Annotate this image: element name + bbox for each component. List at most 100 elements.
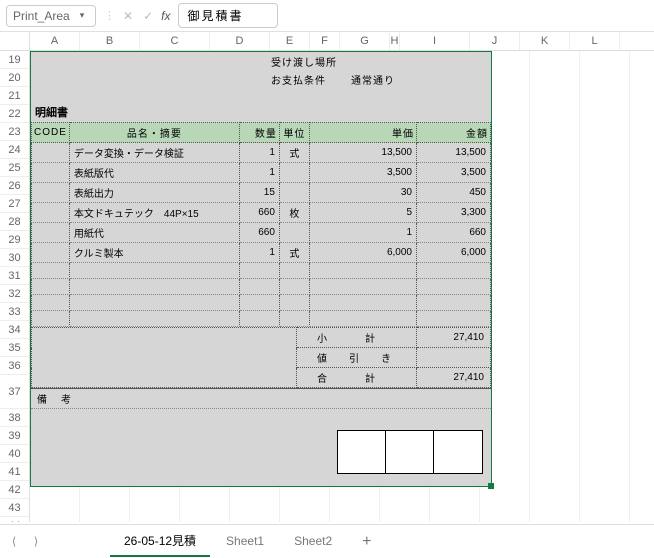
cell-unit[interactable]: [279, 183, 309, 203]
row-header[interactable]: 39: [0, 427, 29, 445]
table-row[interactable]: [32, 263, 491, 279]
cell-qty[interactable]: 1: [239, 163, 279, 183]
tab-nav-next[interactable]: ⟩: [26, 532, 46, 552]
table-row[interactable]: [32, 295, 491, 311]
column-header[interactable]: C: [140, 32, 210, 50]
column-header[interactable]: F: [310, 32, 340, 50]
table-row[interactable]: 表紙出力15 30450: [32, 183, 491, 203]
row-header[interactable]: 21: [0, 87, 29, 105]
formula-input[interactable]: 御見積書: [178, 3, 278, 28]
chevron-down-icon[interactable]: ▾: [80, 10, 85, 21]
cell-desc[interactable]: クルミ製本: [69, 243, 239, 263]
column-header[interactable]: A: [30, 32, 80, 50]
sheet-tab-active[interactable]: 26-05-12見積: [110, 526, 210, 557]
row-header[interactable]: 29: [0, 231, 29, 249]
row-header[interactable]: 44: [0, 517, 29, 522]
table-row[interactable]: 表紙版代13,5003,500: [32, 163, 491, 183]
column-header[interactable]: J: [470, 32, 520, 50]
cell-qty[interactable]: [239, 279, 279, 295]
sheet-tab[interactable]: Sheet1: [212, 528, 278, 556]
cell-code[interactable]: [32, 223, 70, 243]
row-header[interactable]: 32: [0, 285, 29, 303]
name-box[interactable]: Print_Area ▾: [6, 5, 96, 27]
cell-unit[interactable]: [279, 163, 309, 183]
cell-unit[interactable]: [279, 295, 309, 311]
cell-code[interactable]: [32, 279, 70, 295]
cell-code[interactable]: [32, 243, 70, 263]
cell-unit[interactable]: 枚: [279, 203, 309, 223]
column-header[interactable]: B: [80, 32, 140, 50]
cell-amt[interactable]: [417, 263, 491, 279]
cell-code[interactable]: [32, 183, 70, 203]
row-header[interactable]: 25: [0, 159, 29, 177]
row-header[interactable]: 34: [0, 321, 29, 339]
cell-desc[interactable]: 表紙版代: [69, 163, 239, 183]
row-header[interactable]: 24: [0, 141, 29, 159]
cell-unit[interactable]: [279, 279, 309, 295]
cell-desc[interactable]: 本文ドキュテック 44P×15: [69, 203, 239, 223]
row-header[interactable]: 28: [0, 213, 29, 231]
cell-qty[interactable]: 15: [239, 183, 279, 203]
cell-price[interactable]: [309, 311, 416, 327]
cell-qty[interactable]: 660: [239, 203, 279, 223]
add-sheet-button[interactable]: +: [348, 533, 385, 551]
row-header[interactable]: 33: [0, 303, 29, 321]
cell-qty[interactable]: [239, 311, 279, 327]
cell-unit[interactable]: [279, 311, 309, 327]
table-row[interactable]: 本文ドキュテック 44P×15660枚53,300: [32, 203, 491, 223]
cell-price[interactable]: 5: [309, 203, 416, 223]
cell-amt[interactable]: [417, 311, 491, 327]
fill-handle[interactable]: [488, 483, 494, 489]
cell-desc[interactable]: 表紙出力: [69, 183, 239, 203]
cell-amt[interactable]: [417, 279, 491, 295]
column-header[interactable]: E: [270, 32, 310, 50]
cell-price[interactable]: 3,500: [309, 163, 416, 183]
cell-unit[interactable]: [279, 263, 309, 279]
row-header[interactable]: 36: [0, 357, 29, 375]
cell-qty[interactable]: [239, 263, 279, 279]
row-header[interactable]: 35: [0, 339, 29, 357]
cell-amt[interactable]: 450: [417, 183, 491, 203]
sheet-tab[interactable]: Sheet2: [280, 528, 346, 556]
column-header[interactable]: H: [390, 32, 400, 50]
row-header[interactable]: 22: [0, 105, 29, 123]
cell-qty[interactable]: 660: [239, 223, 279, 243]
cells-area[interactable]: 受け渡し場所 お支払条件 通常通り 明細書 CODE: [30, 51, 654, 522]
cell-price[interactable]: 30: [309, 183, 416, 203]
cell-price[interactable]: [309, 263, 416, 279]
row-header[interactable]: 23: [0, 123, 29, 141]
cell-desc[interactable]: [69, 279, 239, 295]
cell-desc[interactable]: データ変換・データ検証: [69, 143, 239, 163]
table-row[interactable]: 用紙代6601660: [32, 223, 491, 243]
cell-price[interactable]: 1: [309, 223, 416, 243]
row-header[interactable]: 27: [0, 195, 29, 213]
cell-code[interactable]: [32, 263, 70, 279]
cell-qty[interactable]: 1: [239, 243, 279, 263]
cell-unit[interactable]: 式: [279, 243, 309, 263]
cell-desc[interactable]: [69, 263, 239, 279]
cell-code[interactable]: [32, 163, 70, 183]
row-header[interactable]: 19: [0, 51, 29, 69]
cell-amt[interactable]: 3,300: [417, 203, 491, 223]
fx-icon[interactable]: fx: [161, 9, 170, 23]
row-header[interactable]: 26: [0, 177, 29, 195]
cell-code[interactable]: [32, 143, 70, 163]
cell-desc[interactable]: [69, 295, 239, 311]
cell-amt[interactable]: 13,500: [417, 143, 491, 163]
cell-amt[interactable]: 6,000: [417, 243, 491, 263]
cell-amt[interactable]: 660: [417, 223, 491, 243]
table-row[interactable]: データ変換・データ検証1式13,50013,500: [32, 143, 491, 163]
row-header[interactable]: 38: [0, 409, 29, 427]
cell-price[interactable]: [309, 295, 416, 311]
row-header[interactable]: 20: [0, 69, 29, 87]
cell-unit[interactable]: [279, 223, 309, 243]
cell-code[interactable]: [32, 295, 70, 311]
row-header[interactable]: 43: [0, 499, 29, 517]
column-header[interactable]: D: [210, 32, 270, 50]
table-row[interactable]: [32, 279, 491, 295]
select-all-corner[interactable]: [0, 32, 30, 50]
row-header[interactable]: 41: [0, 463, 29, 481]
accept-icon[interactable]: ✓: [141, 9, 155, 23]
table-row[interactable]: [32, 311, 491, 327]
cell-desc[interactable]: [69, 311, 239, 327]
